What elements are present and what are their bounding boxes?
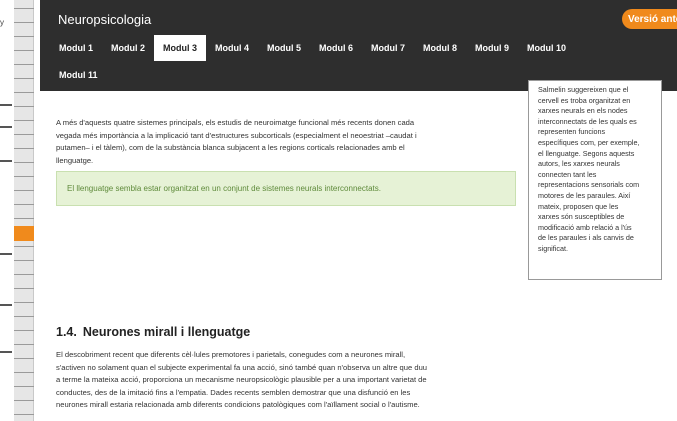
ruler-tick	[14, 414, 34, 415]
tab-modul-10[interactable]: Modul 10	[518, 35, 575, 61]
top-navigation-bar: Neuropsicologia Versió anterior Modul 1M…	[40, 0, 677, 91]
ruler-tick	[14, 106, 34, 107]
left-marker	[0, 126, 12, 128]
ruler-tick	[14, 386, 34, 387]
section-number: 1.4.	[56, 325, 77, 339]
ruler-tick	[14, 400, 34, 401]
left-marker	[0, 160, 12, 162]
page-root: y Neuropsicologia Versió anterior Modul …	[0, 0, 677, 421]
text-line: El descobriment recent que diferents cèl…	[56, 350, 406, 359]
current-position-marker[interactable]	[14, 226, 34, 241]
tab-modul-5[interactable]: Modul 5	[258, 35, 310, 61]
section-title: Neurones mirall i llenguatge	[82, 325, 251, 339]
tab-modul-3[interactable]: Modul 3	[154, 35, 206, 61]
text-line: putamen– i el tàlem), com de la substànc…	[56, 143, 405, 153]
ruler-tick	[14, 8, 34, 9]
left-marker	[0, 253, 12, 255]
left-corner-label: y	[0, 18, 4, 27]
text-line: A més d'aquests quatre sistemes principa…	[56, 118, 415, 127]
ruler-tick	[14, 120, 34, 121]
ruler-tick	[14, 176, 34, 177]
ruler-tick	[14, 302, 34, 303]
tab-modul-6[interactable]: Modul 6	[310, 35, 362, 61]
ruler-tick	[14, 92, 34, 93]
left-strip: y	[0, 0, 40, 421]
text-line: s'activen no solament quan el subjecte e…	[56, 362, 428, 372]
site-title[interactable]: Neuropsicologia	[58, 12, 151, 27]
ruler-tick	[14, 148, 34, 149]
tab-modul-1[interactable]: Modul 1	[50, 35, 102, 61]
ruler-tick	[14, 50, 34, 51]
text-line: connecten tant les	[538, 169, 597, 179]
ruler-tick	[14, 246, 34, 247]
paragraph-mirror-neurons: El descobriment recent que diferents cèl…	[56, 349, 516, 412]
text-line: representen funcions	[538, 127, 606, 137]
ruler-tick	[14, 36, 34, 37]
text-line: xarxes neurals en els nodes	[538, 106, 628, 116]
text-line: autors, les xarxes neurals	[538, 159, 620, 169]
previous-version-button[interactable]: Versió anterior	[622, 9, 677, 29]
ruler-tick	[14, 288, 34, 289]
text-line: el llenguatge. Segons aquests	[538, 148, 635, 158]
ruler-tick	[14, 260, 34, 261]
module-tabs-row-2: Modul 11	[50, 62, 107, 88]
text-line: llenguatge.	[56, 155, 94, 165]
text-line: modificació amb relació a l'ús	[538, 222, 632, 232]
text-line: neurones mirall estaria relacionada amb …	[56, 400, 420, 410]
ruler-tick	[14, 358, 34, 359]
ruler-tick	[14, 344, 34, 345]
text-line: interconnectats de les quals es	[538, 116, 637, 126]
ruler-tick	[14, 274, 34, 275]
ruler-tick	[14, 22, 34, 23]
ruler-tick	[14, 64, 34, 65]
tab-modul-9[interactable]: Modul 9	[466, 35, 518, 61]
tab-modul-2[interactable]: Modul 2	[102, 35, 154, 61]
left-marker	[0, 351, 12, 353]
tab-modul-8[interactable]: Modul 8	[414, 35, 466, 61]
ruler-tick	[14, 330, 34, 331]
text-line: vegada més importància a la implicació t…	[56, 130, 417, 140]
text-line: representacions sensorials com	[538, 180, 640, 190]
ruler-tick	[14, 190, 34, 191]
side-note-text: Salmelin suggereixen que el cervell es tr…	[538, 85, 656, 255]
text-line: mateix, proposen que les	[538, 201, 619, 211]
text-line: Salmelin suggereixen que el	[538, 85, 629, 94]
text-line: a terme la mateixa acció, proporciona un…	[56, 375, 427, 385]
text-line: motores de les paraules. Així	[538, 190, 631, 200]
ruler-tick	[14, 162, 34, 163]
page-scroll-ruler[interactable]	[14, 0, 34, 421]
side-note-box: Salmelin suggereixen que el cervell es tr…	[528, 80, 662, 280]
ruler-tick	[14, 316, 34, 317]
left-marker	[0, 304, 12, 306]
section-heading: 1.4. Neurones mirall i llenguatge	[56, 325, 250, 339]
text-line: cervell es troba organitzat en	[538, 95, 631, 105]
ruler-tick	[14, 218, 34, 219]
left-marker	[0, 104, 12, 106]
text-line: conductes, des de la imitació fins a l'e…	[56, 387, 411, 397]
text-line: específiques com, per exemple,	[538, 137, 640, 147]
tab-modul-11[interactable]: Modul 11	[50, 62, 107, 88]
ruler-tick	[14, 372, 34, 373]
tab-modul-7[interactable]: Modul 7	[362, 35, 414, 61]
tab-modul-4[interactable]: Modul 4	[206, 35, 258, 61]
ruler-tick	[14, 78, 34, 79]
ruler-tick	[14, 134, 34, 135]
text-line: xarxes són susceptibles de	[538, 212, 625, 222]
text-line: significat.	[538, 243, 568, 253]
key-idea-highlight: El llenguatge sembla estar organitzat en…	[56, 171, 516, 206]
text-line: de les paraules i als canvis de	[538, 233, 634, 243]
paragraph-subcortical: A més d'aquests quatre sistemes principa…	[56, 117, 516, 167]
module-tabs-row-1: Modul 1 Modul 2 Modul 3 Modul 4 Modul 5 Modul…	[50, 35, 575, 61]
ruler-tick	[14, 204, 34, 205]
